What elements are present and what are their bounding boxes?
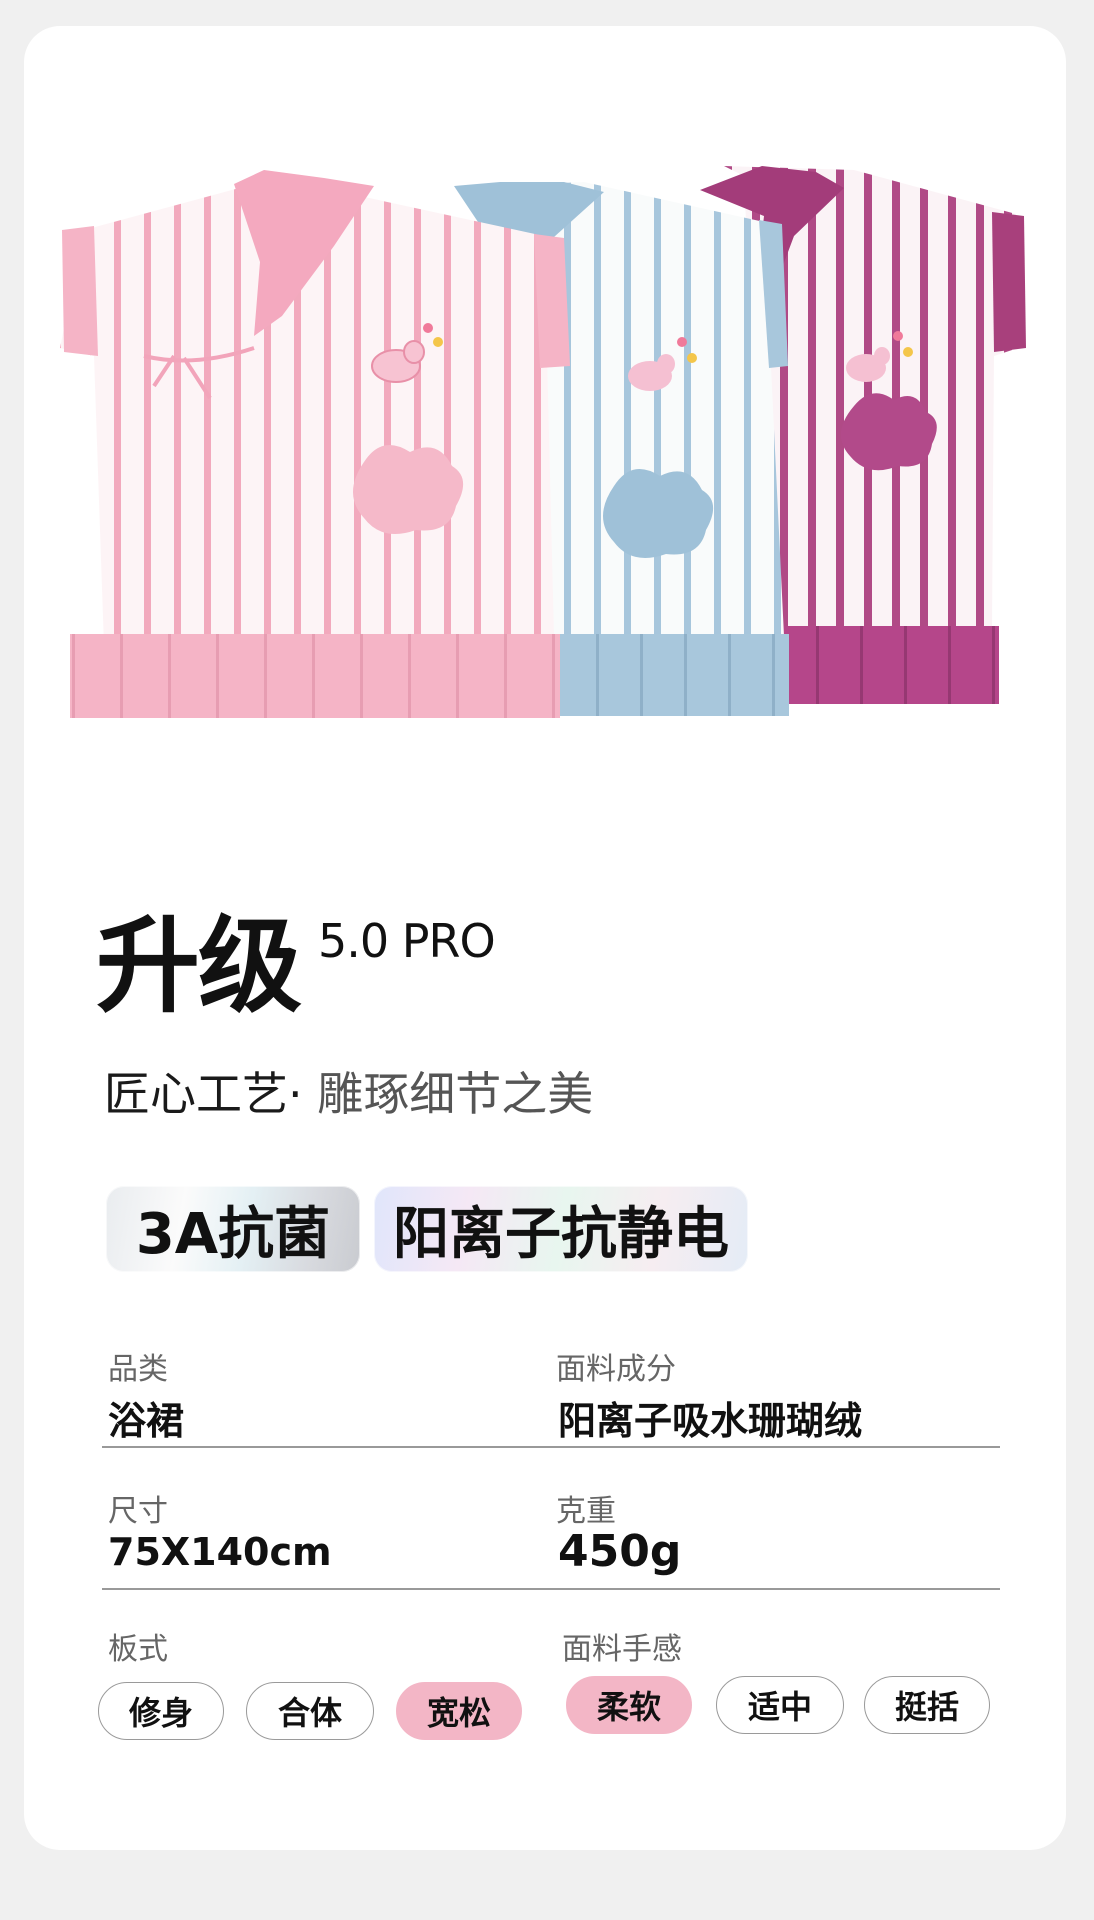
fabric-label: 面料成分 xyxy=(556,1352,676,1387)
size-label: 尺寸 xyxy=(108,1494,168,1529)
size-value: 75X140cm xyxy=(108,1530,332,1574)
subtitle-part1: 匠心工艺· xyxy=(104,1067,303,1121)
divider xyxy=(102,1588,1000,1590)
version-label: 5.0 PRO xyxy=(318,914,496,968)
fit-option-slim[interactable]: 修身 xyxy=(98,1682,224,1740)
fabric-value: 阳离子吸水珊瑚绒 xyxy=(558,1399,863,1443)
fit-option-regular[interactable]: 合体 xyxy=(246,1682,374,1740)
feel-option-crisp[interactable]: 挺括 xyxy=(864,1676,990,1734)
subtitle: 匠心工艺· 雕琢细节之美 xyxy=(104,1058,593,1124)
weight-label: 克重 xyxy=(556,1494,616,1529)
weight-value: 450g xyxy=(558,1526,682,1577)
fit-option-loose[interactable]: 宽松 xyxy=(396,1682,522,1740)
page-title: 升级 xyxy=(96,905,302,1027)
category-value: 浴裙 xyxy=(108,1399,185,1443)
product-card: 升级 5.0 PRO 匠心工艺· 雕琢细节之美 3A抗菌 阳离子抗静电 品类 浴… xyxy=(24,26,1066,1850)
divider xyxy=(102,1446,1000,1448)
antibacterial-badge: 3A抗菌 xyxy=(106,1186,360,1272)
robes-product-image xyxy=(60,166,1026,718)
feel-label: 面料手感 xyxy=(562,1632,682,1667)
subtitle-part2: 雕琢细节之美 xyxy=(302,1067,594,1121)
fit-label: 板式 xyxy=(108,1632,168,1667)
antistatic-badge: 阳离子抗静电 xyxy=(374,1186,748,1272)
feel-option-medium[interactable]: 适中 xyxy=(716,1676,844,1734)
category-label: 品类 xyxy=(108,1352,168,1387)
pink-robe xyxy=(60,170,570,718)
feel-option-soft[interactable]: 柔软 xyxy=(566,1676,692,1734)
